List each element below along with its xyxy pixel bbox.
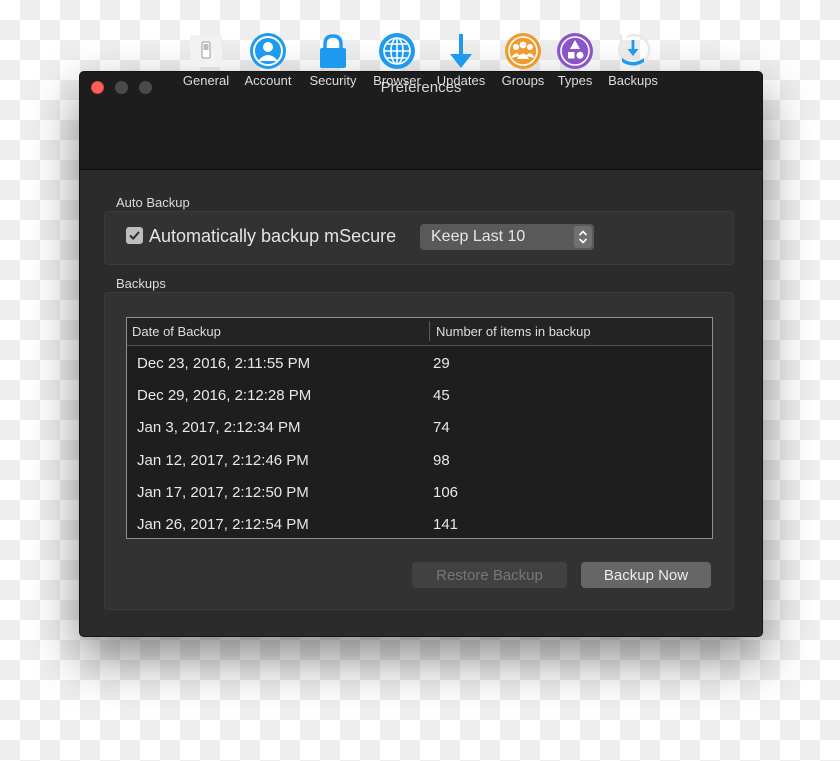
backup-item-count: 29 xyxy=(433,355,450,372)
tab-general[interactable]: General xyxy=(180,31,232,93)
tab-backups[interactable]: Backups xyxy=(603,31,663,93)
column-header-date[interactable]: Date of Backup xyxy=(132,324,221,339)
table-row[interactable]: Jan 3, 2017, 2:12:34 PM 74 xyxy=(127,412,712,444)
tab-updates-label: Updates xyxy=(436,73,486,88)
backup-now-button[interactable]: Backup Now xyxy=(581,562,711,588)
table-header: Date of Backup Number of items in backup xyxy=(127,318,712,346)
tab-account[interactable]: Account xyxy=(240,31,296,93)
tab-account-label: Account xyxy=(244,73,292,88)
table-row[interactable]: Jan 12, 2017, 2:12:46 PM 98 xyxy=(127,445,712,477)
checkmark-icon xyxy=(129,231,140,241)
backup-date: Jan 26, 2017, 2:12:54 PM xyxy=(137,516,309,533)
tab-types-label: Types xyxy=(557,73,593,88)
table-row[interactable]: Dec 23, 2016, 2:11:55 PM 29 xyxy=(127,348,712,380)
tab-groups-label: Groups xyxy=(501,73,545,88)
column-header-count[interactable]: Number of items in backup xyxy=(436,324,591,339)
table-row[interactable]: Dec 29, 2016, 2:12:28 PM 45 xyxy=(127,380,712,412)
tab-security-label: Security xyxy=(309,73,357,88)
backup-item-count: 74 xyxy=(433,419,450,436)
groups-icon xyxy=(503,31,543,71)
general-switch-icon xyxy=(186,31,226,71)
account-person-icon xyxy=(248,31,288,71)
tab-general-label: General xyxy=(182,73,230,88)
tab-types[interactable]: Types xyxy=(553,31,597,93)
backup-date: Jan 17, 2017, 2:12:50 PM xyxy=(137,484,309,501)
backup-clock-icon xyxy=(613,31,653,71)
backup-date: Jan 12, 2017, 2:12:46 PM xyxy=(137,452,309,469)
table-row[interactable]: Jan 17, 2017, 2:12:50 PM 106 xyxy=(127,477,712,509)
backup-item-count: 98 xyxy=(433,452,450,469)
tab-browser[interactable]: Browser xyxy=(369,31,425,93)
table-row[interactable]: Jan 26, 2017, 2:12:54 PM 141 xyxy=(127,509,712,541)
backup-item-count: 141 xyxy=(433,516,459,533)
tab-groups[interactable]: Groups xyxy=(497,31,549,93)
tab-backups-label: Backups xyxy=(608,73,658,88)
auto-backup-checkbox[interactable] xyxy=(126,227,143,244)
chevron-up-down-icon xyxy=(574,226,592,248)
tab-security[interactable]: Security xyxy=(305,31,361,93)
types-shapes-icon xyxy=(555,31,595,71)
backups-section-label: Backups xyxy=(116,276,166,291)
backup-item-count: 45 xyxy=(433,387,450,404)
restore-backup-button[interactable]: Restore Backup xyxy=(412,562,567,588)
backup-date: Dec 29, 2016, 2:12:28 PM xyxy=(137,387,312,404)
backup-date: Jan 3, 2017, 2:12:34 PM xyxy=(137,419,301,436)
auto-backup-checkbox-label[interactable]: Automatically backup mSecure xyxy=(149,226,396,247)
keep-last-value: Keep Last 10 xyxy=(431,228,526,245)
auto-backup-section-label: Auto Backup xyxy=(116,195,190,210)
tab-browser-label: Browser xyxy=(373,73,421,88)
keep-last-popup[interactable]: Keep Last 10 xyxy=(420,224,594,250)
globe-icon xyxy=(377,31,417,71)
backup-item-count: 106 xyxy=(433,484,459,501)
column-divider[interactable] xyxy=(429,321,430,341)
backup-date: Dec 23, 2016, 2:11:55 PM xyxy=(137,355,311,372)
backups-table: Date of Backup Number of items in backup… xyxy=(126,317,713,539)
download-arrow-icon xyxy=(441,31,481,71)
lock-icon xyxy=(313,31,353,71)
tab-updates[interactable]: Updates xyxy=(433,31,489,93)
